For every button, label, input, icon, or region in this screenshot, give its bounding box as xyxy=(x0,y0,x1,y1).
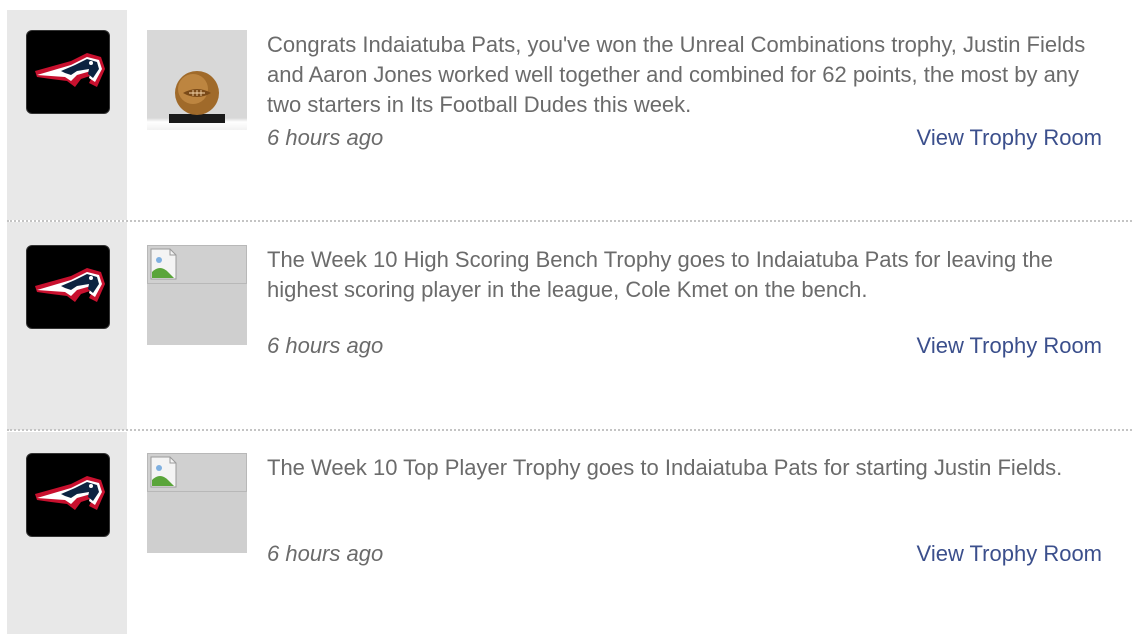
timestamp: 6 hours ago xyxy=(267,125,384,150)
trophy-message: The Week 10 Top Player Trophy goes to In… xyxy=(267,455,1063,480)
broken-image-icon xyxy=(147,453,247,492)
patriots-logo-icon[interactable] xyxy=(26,30,110,114)
trophy-message: Congrats Indaiatuba Pats, you've won the… xyxy=(267,32,1086,117)
timestamp: 6 hours ago xyxy=(267,541,384,566)
feed-item: The Week 10 Top Player Trophy goes to In… xyxy=(0,432,1132,634)
patriots-logo-icon[interactable] xyxy=(26,245,110,329)
broken-image-icon xyxy=(147,245,247,284)
view-trophy-room-link[interactable]: View Trophy Room xyxy=(917,125,1102,151)
trophy-image xyxy=(147,245,247,345)
football-trophy-icon xyxy=(147,30,247,130)
divider xyxy=(7,429,1132,431)
trophy-message: The Week 10 High Scoring Bench Trophy go… xyxy=(267,247,1053,302)
patriots-logo-icon[interactable] xyxy=(26,453,110,537)
view-trophy-room-link[interactable]: View Trophy Room xyxy=(917,541,1102,567)
feed-item: The Week 10 High Scoring Bench Trophy go… xyxy=(0,222,1132,430)
trophy-feed: Congrats Indaiatuba Pats, you've won the… xyxy=(0,0,1132,634)
trophy-image xyxy=(147,453,247,553)
view-trophy-room-link[interactable]: View Trophy Room xyxy=(917,333,1102,359)
feed-item: Congrats Indaiatuba Pats, you've won the… xyxy=(0,0,1132,220)
timestamp: 6 hours ago xyxy=(267,333,384,358)
